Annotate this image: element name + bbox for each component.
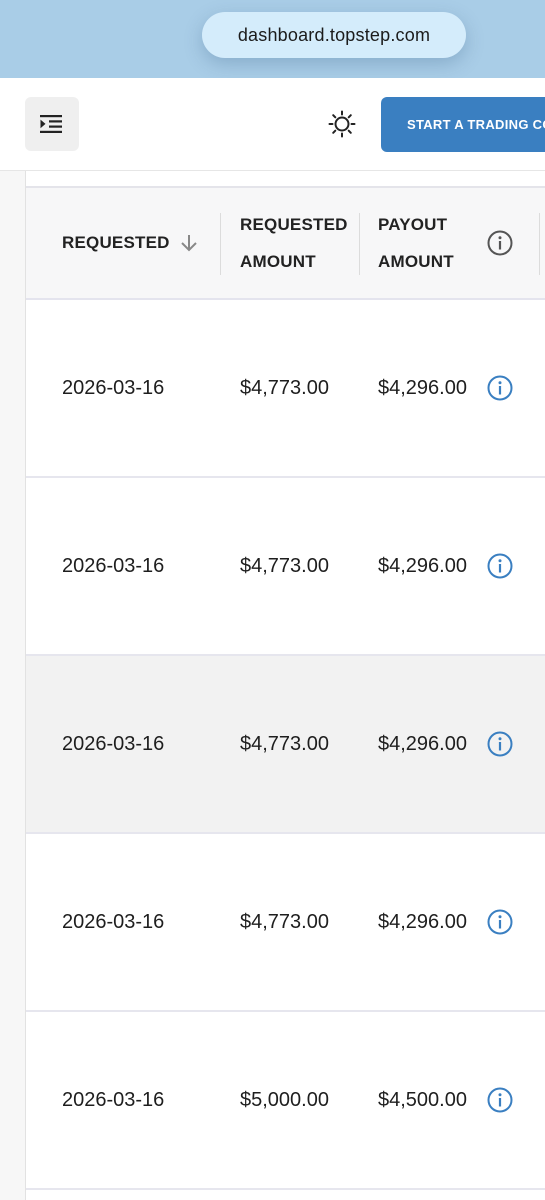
sun-icon	[328, 110, 356, 138]
arrow-down-icon	[180, 234, 197, 251]
table-row[interactable]: 2026-03-16 $4,773.00 $4,296.00	[26, 478, 545, 656]
cell-requested-date: 2026-03-16	[62, 733, 165, 755]
cell-payout-amount: $4,500.00	[378, 1089, 467, 1111]
column-label-payout-amount-2: AMOUNT	[378, 252, 454, 271]
menu-toggle-button[interactable]	[25, 97, 79, 151]
info-icon	[487, 909, 513, 935]
column-divider	[220, 213, 221, 275]
screen: dashboard.topstep.com START A TRADING C …	[0, 0, 545, 1200]
table-row[interactable]: 2026-03-16 $5,000.00 $4,500.00	[26, 1012, 545, 1190]
column-header-requested[interactable]: REQUESTED	[62, 224, 198, 261]
sidebar-gutter	[0, 171, 26, 1200]
row-info-button[interactable]	[487, 909, 513, 940]
cell-requested-date: 2026-03-16	[62, 555, 165, 577]
column-header-payout-amount[interactable]: PAYOUT AMOUNT	[378, 206, 454, 280]
info-icon	[487, 1087, 513, 1113]
url-pill[interactable]: dashboard.topstep.com	[202, 12, 466, 58]
menu-indent-icon	[40, 115, 62, 133]
url-text: dashboard.topstep.com	[237, 24, 431, 45]
row-info-button[interactable]	[487, 553, 513, 584]
info-icon	[487, 553, 513, 579]
table-header: REQUESTED REQUESTED AMOUNT PAYOUT AMOUNT	[26, 188, 545, 300]
row-info-button[interactable]	[487, 1087, 513, 1118]
table-row[interactable]: 2026-03-16 $4,773.00 $4,296.00	[26, 300, 545, 478]
cell-requested-amount: $4,773.00	[240, 377, 329, 399]
cell-payout-amount: $4,296.00	[378, 555, 467, 577]
column-divider	[539, 213, 540, 275]
row-info-button[interactable]	[487, 731, 513, 762]
column-divider	[359, 213, 360, 275]
cell-payout-amount: $4,296.00	[378, 733, 467, 755]
column-label-payout-amount-1: PAYOUT	[378, 215, 448, 234]
column-header-requested-amount[interactable]: REQUESTED AMOUNT	[240, 206, 348, 280]
cell-requested-amount: $4,773.00	[240, 733, 329, 755]
start-trading-combine-button[interactable]: START A TRADING COMBINE	[381, 97, 545, 152]
row-info-button[interactable]	[487, 375, 513, 406]
header-info-button[interactable]	[487, 230, 513, 261]
info-icon	[487, 731, 513, 757]
column-label-requested-amount-2: AMOUNT	[240, 252, 316, 271]
table-row[interactable]: 2026-03-16 $4,773.00 $4,296.00	[26, 834, 545, 1012]
cell-requested-amount: $4,773.00	[240, 555, 329, 577]
cell-requested-date: 2026-03-16	[62, 377, 165, 399]
column-label-requested: REQUESTED	[62, 233, 170, 252]
info-icon	[487, 375, 513, 401]
cell-requested-amount: $5,000.00	[240, 1089, 329, 1111]
column-label-requested-amount-1: REQUESTED	[240, 215, 348, 234]
payouts-table: REQUESTED REQUESTED AMOUNT PAYOUT AMOUNT	[26, 186, 545, 1200]
cell-requested-amount: $4,773.00	[240, 911, 329, 933]
start-button-label: START A TRADING COMBINE	[407, 117, 545, 132]
info-icon	[487, 230, 513, 256]
browser-url-bar: dashboard.topstep.com	[0, 0, 545, 78]
cell-payout-amount: $4,296.00	[378, 911, 467, 933]
app-header: START A TRADING COMBINE	[0, 78, 545, 171]
table-row[interactable]: 2026-03-16 $4,773.00 $4,296.00	[26, 656, 545, 834]
cell-payout-amount: $4,296.00	[378, 377, 467, 399]
cell-requested-date: 2026-03-16	[62, 911, 165, 933]
theme-toggle-button[interactable]	[322, 104, 362, 144]
cell-requested-date: 2026-03-16	[62, 1089, 165, 1111]
